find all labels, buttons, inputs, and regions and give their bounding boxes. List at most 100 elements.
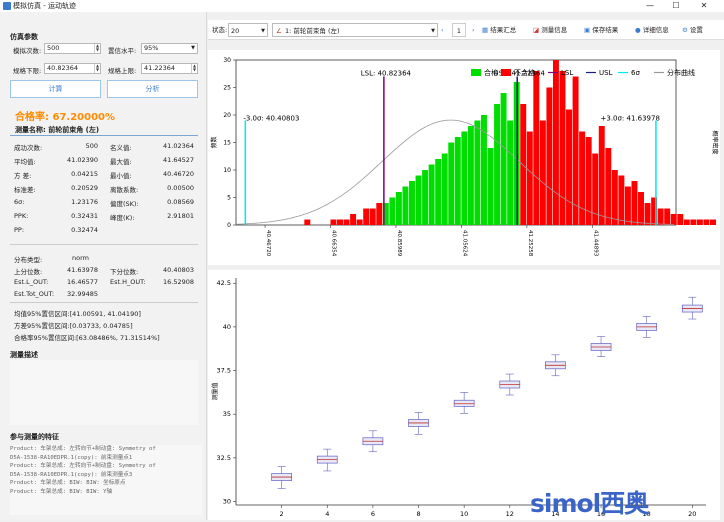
histogram-bar [552,60,559,225]
stat-value: 40.46720 [162,170,194,178]
upper-pct-value: 41.63978 [66,266,98,274]
measure-select-value: 1: 前轮前束角 (左) [285,27,340,35]
histogram-bar [343,219,350,225]
usl-label: 规格上限: [108,67,137,75]
histogram-bar [579,131,586,225]
x-tick-label: 12 [506,510,514,518]
angle-icon: ∠ [276,27,282,35]
section-features: 参与测量的特征 [10,433,59,441]
histogram-bar [337,219,343,225]
est-tot-value: 32.99485 [66,290,98,298]
chevron-down-icon: ▼ [191,45,195,51]
stat-label: 平均值: [14,158,36,166]
chevron-down-icon: ▼ [261,28,265,34]
stepper-arrows-icon[interactable]: ▲ ▼ [94,44,100,53]
histogram-bar [664,208,671,225]
histogram-bar [598,126,605,225]
stat-label: 偏度(SK): [110,200,139,208]
histogram-bar [461,131,468,225]
maximize-button[interactable]: ☐ [666,0,686,12]
stat-value: 0.32431 [71,212,98,220]
histogram-bar [559,71,566,225]
stat-label: 标准差: [14,186,36,194]
x-tick-label: 41.25258 [527,230,533,257]
histogram-bar [304,219,311,225]
analyze-button[interactable]: 分析 [107,80,198,98]
histogram-bar [467,126,474,225]
histogram-bar [657,208,664,225]
histogram-bar [677,214,684,225]
usl-stepper[interactable]: 41.22364 ▲ ▼ [141,63,198,74]
prev-page-button[interactable]: ‹ [441,23,444,37]
histogram-bar [454,137,461,225]
est-hout-value: 16.52908 [162,278,194,286]
boxplot-svg: 3032.53537.54042.5测量值2 4 6 8 10 12 14 16 18 20 [211,278,706,518]
legend-label: USL [599,69,613,77]
est-hout-label: Est.H_OUT: [110,278,146,286]
measure-info-button[interactable]: ◪ 测量信息 [533,23,567,37]
detail-info-button[interactable]: ● 详细信息 [635,23,669,37]
state-select[interactable]: 20 ▼ [228,23,268,37]
boxplot-chart[interactable]: 30 32.5 35 37.5 40 42.5 测量值 2 4 6 8 10 12 14 16 18 20 [208,270,720,520]
stepper-arrows-icon[interactable]: ▲ ▼ [94,64,100,73]
page-number[interactable]: 1 [452,23,466,37]
lsl-value: 40.82364 [47,64,79,72]
y-axis-label: 频数 [210,136,218,148]
lsl-stepper[interactable]: 40.82364 ▲ ▼ [44,63,101,74]
save-icon: ▣ [584,26,591,34]
histogram-bar [422,170,429,225]
minimize-button[interactable]: — [640,0,660,12]
next-page-button[interactable]: › [472,23,475,37]
histogram-chart[interactable]: 0 5 10 15 20 25 30 频数 概率密度 LSL: 40.82364 USL: 41.2… [208,50,720,265]
histogram-bar [395,192,402,225]
close-button[interactable]: ✕ [694,0,714,12]
feature-item: D5A-1538-RA10EDPR.1(copy): 前束测量点1 [10,454,133,461]
x-tick-label: 41.05624 [461,230,467,257]
histogram-bar [363,208,370,225]
calculate-button[interactable]: 计算 [10,80,101,98]
histogram-bar [539,120,546,225]
histogram-bar [566,109,573,225]
results-summary-button[interactable]: ▦ 结果汇总 [482,23,516,37]
histogram-bar [500,93,507,225]
histogram-bar [638,192,644,225]
usl-value: 41.22364 [144,64,176,72]
measure-select[interactable]: ∠ 1: 前轮前束角 (左) ▼ [272,23,438,37]
sim-count-stepper[interactable]: 500 ▲ ▼ [44,43,101,54]
features-list[interactable]: Product: 车架总成: 左转向节+制动盘: Symmetry of D5A-… [10,445,202,515]
y-tick-label: 10 [223,167,231,174]
stat-label: 最大值: [110,158,132,166]
stat-label: 成功次数: [14,144,43,152]
conf-level-label: 置信水平: [108,47,137,55]
legend-label: LSL [561,69,573,77]
stat-value: 0.08569 [167,198,194,206]
save-results-label: 保存结果 [592,26,619,34]
histogram-bar [441,153,448,225]
histogram-bar [546,87,553,225]
histogram-bar [507,120,514,225]
x-tick-label: 41.44893 [592,230,598,257]
stepper-arrows-icon[interactable]: ▲ ▼ [191,64,197,73]
est-lout-value: 16.46577 [66,278,98,286]
histogram-bar [369,208,376,225]
histogram-bar [448,142,455,225]
conf-level-select[interactable]: 95% ▼ [141,43,198,54]
x-tick-label: 40.46720 [265,230,271,257]
upper-pct-label: 上分位数: [14,268,43,276]
dist-type-value: norm [72,254,89,262]
state-label: 状态: [212,26,228,34]
measure-desc-box[interactable] [10,360,198,425]
histogram-bar [520,104,527,225]
histogram-bar [330,219,337,225]
x-tick-label: 2 [280,510,284,518]
histogram-bar [376,203,383,225]
plus-3sigma-label: +3.0σ: 41.63978 [601,115,660,123]
est-tot-label: Est.Tot_OUT: [14,290,55,298]
histogram-bar [690,219,697,225]
x-tick-label: 4 [325,510,329,518]
save-results-button[interactable]: ▣ 保存结果 [584,23,618,37]
feature-item: D5A-1538-RA10EDPR.1(copy): 前束测量点3 [10,471,133,478]
settings-button[interactable]: ⚙ 设置 [682,23,703,37]
legend-label: 6σ [631,69,640,77]
state-value: 20 [231,27,240,35]
